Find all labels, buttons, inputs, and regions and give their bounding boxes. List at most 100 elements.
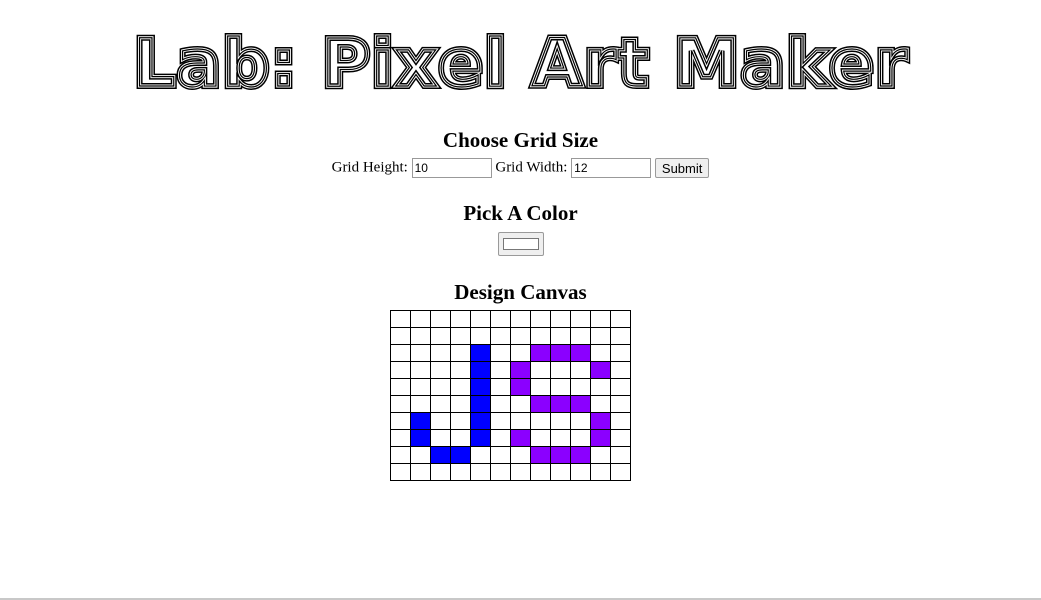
canvas-cell[interactable]: [590, 344, 611, 362]
canvas-cell[interactable]: [610, 327, 631, 345]
canvas-cell[interactable]: [430, 310, 451, 328]
canvas-cell[interactable]: [570, 344, 591, 362]
canvas-cell[interactable]: [490, 463, 511, 481]
canvas-cell[interactable]: [390, 395, 411, 413]
canvas-cell[interactable]: [550, 412, 571, 430]
canvas-cell[interactable]: [410, 463, 431, 481]
canvas-cell[interactable]: [550, 446, 571, 464]
canvas-cell[interactable]: [510, 395, 531, 413]
canvas-cell[interactable]: [470, 344, 491, 362]
canvas-cell[interactable]: [610, 446, 631, 464]
canvas-cell[interactable]: [470, 327, 491, 345]
canvas-cell[interactable]: [510, 412, 531, 430]
canvas-cell[interactable]: [610, 395, 631, 413]
canvas-cell[interactable]: [530, 344, 551, 362]
canvas-cell[interactable]: [390, 361, 411, 379]
canvas-cell[interactable]: [530, 361, 551, 379]
canvas-cell[interactable]: [590, 463, 611, 481]
canvas-cell[interactable]: [410, 395, 431, 413]
canvas-cell[interactable]: [470, 412, 491, 430]
canvas-cell[interactable]: [530, 327, 551, 345]
canvas-cell[interactable]: [590, 429, 611, 447]
canvas-cell[interactable]: [470, 429, 491, 447]
canvas-cell[interactable]: [490, 310, 511, 328]
canvas-cell[interactable]: [490, 429, 511, 447]
canvas-cell[interactable]: [390, 412, 411, 430]
canvas-cell[interactable]: [570, 327, 591, 345]
canvas-cell[interactable]: [390, 463, 411, 481]
canvas-cell[interactable]: [490, 327, 511, 345]
canvas-cell[interactable]: [610, 412, 631, 430]
canvas-cell[interactable]: [470, 446, 491, 464]
canvas-cell[interactable]: [550, 378, 571, 396]
canvas-cell[interactable]: [570, 395, 591, 413]
canvas-cell[interactable]: [450, 378, 471, 396]
canvas-cell[interactable]: [470, 361, 491, 379]
canvas-cell[interactable]: [430, 327, 451, 345]
canvas-cell[interactable]: [570, 310, 591, 328]
canvas-cell[interactable]: [450, 361, 471, 379]
canvas-cell[interactable]: [570, 446, 591, 464]
canvas-cell[interactable]: [470, 395, 491, 413]
canvas-cell[interactable]: [450, 327, 471, 345]
canvas-cell[interactable]: [610, 463, 631, 481]
canvas-cell[interactable]: [410, 429, 431, 447]
canvas-cell[interactable]: [450, 344, 471, 362]
canvas-cell[interactable]: [510, 429, 531, 447]
canvas-cell[interactable]: [530, 463, 551, 481]
canvas-cell[interactable]: [570, 463, 591, 481]
canvas-cell[interactable]: [430, 463, 451, 481]
canvas-cell[interactable]: [570, 378, 591, 396]
canvas-cell[interactable]: [470, 310, 491, 328]
canvas-cell[interactable]: [590, 446, 611, 464]
canvas-cell[interactable]: [450, 412, 471, 430]
canvas-cell[interactable]: [410, 310, 431, 328]
canvas-cell[interactable]: [430, 395, 451, 413]
canvas-cell[interactable]: [550, 310, 571, 328]
color-picker-input[interactable]: [497, 232, 544, 256]
canvas-cell[interactable]: [410, 412, 431, 430]
canvas-cell[interactable]: [550, 463, 571, 481]
canvas-cell[interactable]: [430, 378, 451, 396]
canvas-cell[interactable]: [530, 412, 551, 430]
canvas-cell[interactable]: [470, 463, 491, 481]
canvas-cell[interactable]: [470, 378, 491, 396]
canvas-cell[interactable]: [430, 446, 451, 464]
canvas-cell[interactable]: [530, 429, 551, 447]
canvas-cell[interactable]: [550, 395, 571, 413]
canvas-cell[interactable]: [450, 310, 471, 328]
canvas-cell[interactable]: [550, 344, 571, 362]
canvas-cell[interactable]: [590, 361, 611, 379]
canvas-cell[interactable]: [430, 344, 451, 362]
canvas-cell[interactable]: [490, 378, 511, 396]
canvas-cell[interactable]: [410, 378, 431, 396]
canvas-cell[interactable]: [390, 446, 411, 464]
canvas-cell[interactable]: [430, 412, 451, 430]
canvas-cell[interactable]: [450, 463, 471, 481]
canvas-cell[interactable]: [510, 446, 531, 464]
canvas-cell[interactable]: [510, 344, 531, 362]
canvas-cell[interactable]: [390, 327, 411, 345]
canvas-cell[interactable]: [590, 310, 611, 328]
canvas-cell[interactable]: [410, 446, 431, 464]
canvas-cell[interactable]: [450, 429, 471, 447]
canvas-cell[interactable]: [390, 344, 411, 362]
canvas-cell[interactable]: [610, 429, 631, 447]
canvas-cell[interactable]: [610, 344, 631, 362]
canvas-cell[interactable]: [490, 446, 511, 464]
canvas-cell[interactable]: [610, 361, 631, 379]
canvas-cell[interactable]: [390, 429, 411, 447]
canvas-cell[interactable]: [490, 361, 511, 379]
grid-height-input[interactable]: [411, 158, 492, 178]
canvas-cell[interactable]: [430, 361, 451, 379]
submit-button[interactable]: Submit: [654, 158, 710, 178]
canvas-cell[interactable]: [610, 378, 631, 396]
canvas-cell[interactable]: [510, 327, 531, 345]
canvas-cell[interactable]: [490, 344, 511, 362]
canvas-cell[interactable]: [550, 361, 571, 379]
canvas-cell[interactable]: [530, 446, 551, 464]
canvas-cell[interactable]: [590, 327, 611, 345]
grid-width-input[interactable]: [571, 158, 652, 178]
canvas-cell[interactable]: [450, 446, 471, 464]
canvas-cell[interactable]: [590, 378, 611, 396]
